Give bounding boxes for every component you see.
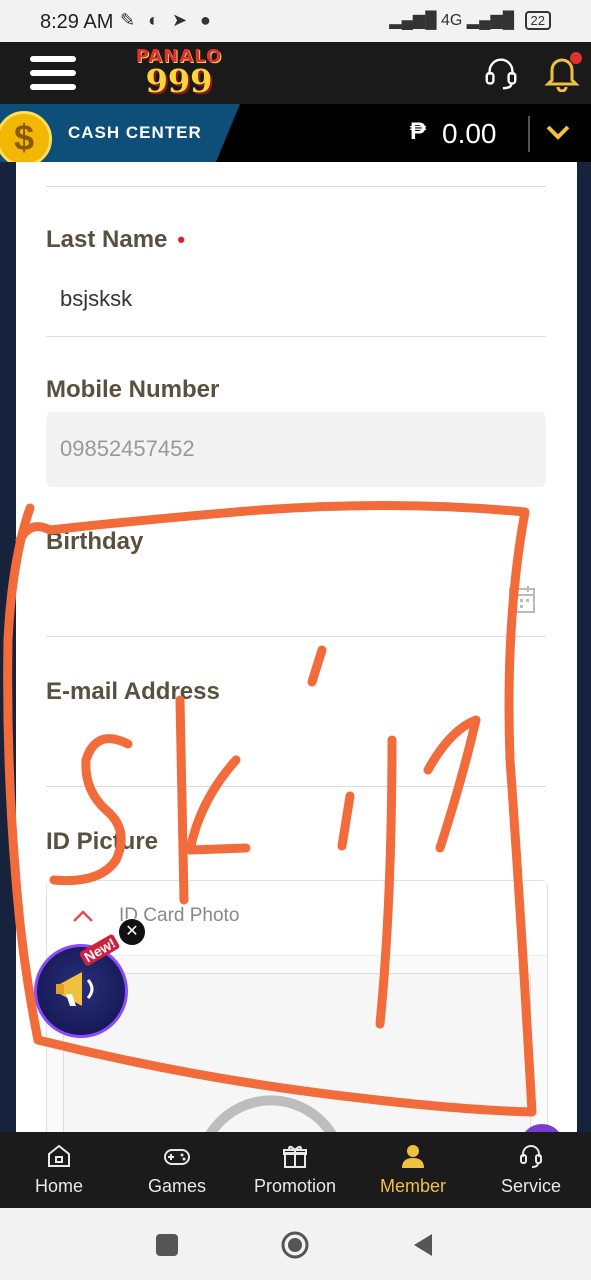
birthday-field[interactable] [60,586,490,616]
tab-member-label: Member [379,1176,446,1196]
divider [46,336,546,337]
tab-games[interactable]: Games [118,1132,236,1208]
status-right: ▂▄▆█ 4G ▂▄▆█ 22 [389,10,551,30]
id-picture-label: ID Picture [46,828,159,855]
tab-member[interactable]: Member [354,1132,472,1208]
tab-service-label: Service [500,1176,562,1196]
battery-icon: 22 [524,11,551,30]
app-logo[interactable]: PANALO 999 [124,46,234,102]
chevron-up-icon[interactable] [71,905,95,925]
last-name-field[interactable]: bsjsksk [60,286,132,312]
upload-cloud-icon [205,1095,337,1132]
signal-icon: ▂▄▆█ [389,12,437,29]
home-button[interactable] [280,1230,310,1260]
recents-button[interactable] [152,1230,182,1260]
status-bar: 8:29 AM ✎ ◐ ➤ ● ▂▄▆█ 4G ▂▄▆█ 22 [0,0,591,42]
gift-icon [283,1145,307,1168]
currency-symbol: ₱ [410,118,427,145]
mobile-number-value: 09852457452 [60,436,195,461]
notification-dot [570,52,582,64]
system-navigation-bar [0,1208,591,1280]
chevron-down-icon[interactable] [544,118,572,146]
logo-text-number: 999 [145,62,213,100]
user-icon [402,1145,424,1168]
bottom-tab-bar: Home Games Promotion Member Service [0,1132,591,1208]
home-icon [48,1144,70,1167]
mobile-number-label: Mobile Number [46,376,220,403]
calendar-icon[interactable] [508,584,536,614]
id-card-header[interactable]: ID Card Photo [47,881,547,956]
gamepad-icon [164,1149,190,1165]
close-icon[interactable]: ✕ [118,918,146,946]
cash-center-bar: $ CASH CENTER ₱ 0.00 [0,104,591,167]
required-mark: • [177,227,186,252]
signal-icon: ▂▄▆█ [466,12,515,29]
tab-promotion-label: Promotion [253,1176,337,1196]
menu-icon[interactable] [30,56,76,92]
divider [46,636,546,637]
last-name-label: Last Name • [46,226,185,254]
balance-amount: 0.00 [442,118,497,149]
headset-icon[interactable] [482,54,520,92]
tab-promotion[interactable]: Promotion [236,1132,354,1208]
tab-home[interactable]: Home [0,1132,118,1208]
divider [46,186,546,187]
headset-icon [520,1145,542,1168]
tab-service[interactable]: Service [472,1132,590,1208]
email-label: E-mail Address [46,678,220,705]
birthday-label: Birthday [46,528,144,555]
mobile-number-field: 09852457452 [46,412,546,487]
back-button[interactable] [408,1230,438,1260]
divider [528,116,530,152]
email-field[interactable] [60,736,540,766]
last-name-label-text: Last Name [46,226,168,253]
tab-home-label: Home [34,1176,83,1196]
megaphone-icon [56,972,94,1006]
app-header: PANALO 999 [0,42,591,104]
notification-icons: ✎ ◐ ➤ ● [120,10,215,30]
network-type: 4G [441,12,463,29]
tab-games-label: Games [147,1176,207,1196]
status-time: 8:29 AM [40,11,114,33]
divider [46,786,546,787]
cash-center-label[interactable]: CASH CENTER [68,123,202,143]
